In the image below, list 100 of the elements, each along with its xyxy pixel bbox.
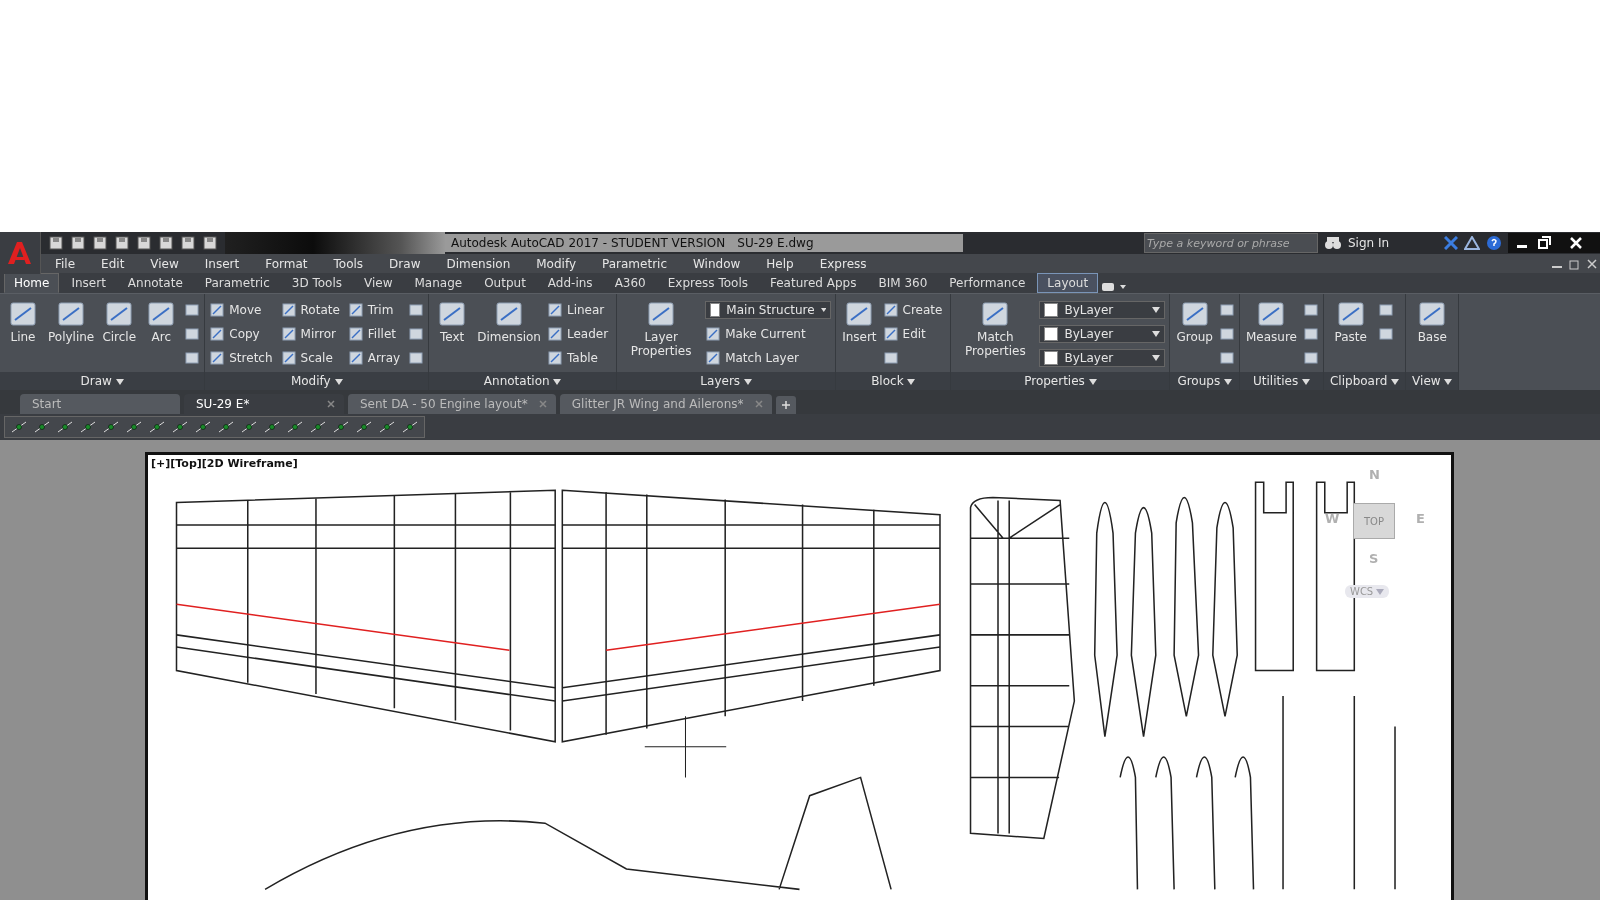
ribbon-button[interactable]: Rotate [280, 302, 344, 319]
ribbon-button[interactable]: Create [882, 302, 947, 319]
ribbon-tab[interactable]: BIM 360 [868, 273, 938, 294]
ribbon-icon-button[interactable] [1302, 326, 1319, 343]
quick-access-icon[interactable] [179, 235, 197, 251]
ribbon-button[interactable]: Mirror [280, 326, 344, 343]
binoculars-icon[interactable] [1324, 235, 1342, 251]
ribbon-button[interactable]: Text [433, 298, 472, 347]
menu-item[interactable]: Window [680, 256, 754, 271]
triangle-icon[interactable] [1464, 236, 1480, 250]
dropdown[interactable]: ByLayer [1039, 301, 1166, 320]
menu-item[interactable]: Insert [191, 256, 253, 271]
window-controls-icon[interactable] [1550, 256, 1600, 271]
ribbon-icon-button[interactable] [1218, 350, 1235, 367]
menu-item[interactable]: Edit [88, 256, 138, 271]
new-tab-button[interactable] [775, 395, 796, 414]
file-tab[interactable]: Glitter JR Wing and Ailerons* [559, 393, 772, 414]
ribbon-button[interactable]: Circle [100, 298, 139, 347]
ribbon-tab[interactable]: Featured Apps [760, 273, 867, 294]
ribbon-tab[interactable]: A360 [604, 273, 656, 294]
ribbon-button[interactable]: Make Current [705, 326, 832, 343]
ribbon-tab[interactable]: View [354, 273, 403, 294]
ribbon-button[interactable]: Array [347, 350, 405, 367]
ribbon-button[interactable]: Fillet [347, 326, 405, 343]
ribbon-icon-button[interactable] [408, 302, 425, 319]
ribbon-button[interactable]: Leader [546, 326, 613, 343]
menu-item[interactable]: View [137, 256, 192, 271]
ribbon-icon-button[interactable] [184, 350, 201, 367]
panel-title[interactable]: Layers [617, 371, 836, 390]
ribbon-button[interactable]: Insert [840, 298, 879, 347]
dropdown[interactable]: ByLayer [1039, 325, 1166, 344]
ribbon-button[interactable]: Dimension [475, 298, 543, 347]
ribbon-icon-button[interactable] [1302, 302, 1319, 319]
ribbon-button[interactable]: Match Properties [955, 298, 1036, 361]
quick-access-icon[interactable] [91, 235, 109, 251]
ribbon-button[interactable]: Arc [142, 298, 181, 347]
quick-access-icon[interactable] [47, 235, 65, 251]
ribbon-icon-button[interactable] [184, 326, 201, 343]
viewport-label[interactable]: [+][Top][2D Wireframe] [148, 455, 301, 473]
dropdown[interactable]: ByLayer [1039, 349, 1166, 368]
ribbon-tab[interactable]: Express Tools [657, 273, 758, 294]
ribbon-button[interactable]: Edit [882, 326, 947, 343]
ribbon-tab[interactable]: Parametric [194, 273, 280, 294]
help-icon[interactable] [1486, 235, 1502, 251]
ribbon-tab[interactable]: Insert [61, 273, 116, 294]
menu-item[interactable]: Draw [376, 256, 434, 271]
search-field[interactable]: Type a keyword or phrase [1144, 233, 1318, 253]
quick-access-icon[interactable] [201, 235, 219, 251]
ribbon-button[interactable]: Scale [280, 350, 344, 367]
ribbon-button[interactable]: Trim [347, 302, 405, 319]
ribbon-button[interactable]: Group [1174, 298, 1215, 347]
quick-access-icon[interactable] [135, 235, 153, 251]
panel-title[interactable]: View [1406, 371, 1459, 390]
menu-item[interactable]: Express [806, 256, 880, 271]
panel-title[interactable]: Groups [1170, 371, 1239, 390]
ribbon-button[interactable]: Copy [209, 326, 277, 343]
ribbon-tab[interactable]: 3D Tools [281, 273, 352, 294]
menu-item[interactable]: Help [753, 256, 807, 271]
ribbon-tab[interactable]: Performance [939, 273, 1036, 294]
dropdown[interactable]: Main Structure [705, 301, 832, 320]
ribbon-button[interactable]: Measure [1243, 298, 1299, 347]
ribbon-button[interactable]: Move [209, 302, 277, 319]
ribbon-tab[interactable]: Output [474, 273, 536, 294]
menu-item[interactable]: Tools [320, 256, 377, 271]
file-tab[interactable]: SU-29 E* [184, 393, 344, 414]
x-logo-icon[interactable] [1444, 236, 1458, 250]
ribbon-button[interactable]: Linear [546, 302, 613, 319]
menu-item[interactable]: Modify [523, 256, 589, 271]
ribbon-button[interactable]: Base [1410, 298, 1455, 347]
quick-access-icon[interactable] [157, 235, 175, 251]
ribbon-button[interactable]: Match Layer [705, 350, 832, 367]
sign-in-link[interactable]: Sign In [1348, 236, 1438, 250]
ribbon-icon-button[interactable] [408, 350, 425, 367]
quick-access-icon[interactable] [113, 235, 131, 251]
menu-item[interactable]: Dimension [433, 256, 524, 271]
ribbon-button[interactable]: Polyline [46, 298, 97, 347]
ribbon-icon-button[interactable] [1218, 326, 1235, 343]
ribbon-button[interactable]: Paste [1327, 298, 1374, 347]
menu-item[interactable]: Format [252, 256, 321, 271]
ribbon-button[interactable]: Stretch [209, 350, 277, 367]
ribbon-icon-button[interactable] [1302, 350, 1319, 367]
ribbon-tab[interactable]: Manage [404, 273, 473, 294]
panel-title[interactable]: Utilities [1239, 371, 1323, 390]
panel-title[interactable]: Clipboard [1323, 371, 1406, 390]
panel-title[interactable]: Draw [0, 371, 205, 390]
panel-title[interactable]: Modify [205, 371, 429, 390]
panel-title[interactable]: Annotation [429, 371, 617, 390]
menu-item[interactable]: Parametric [589, 256, 680, 271]
panel-title[interactable]: Properties [951, 371, 1170, 390]
ribbon-button[interactable]: Line [4, 298, 42, 347]
ribbon-icon-button[interactable] [408, 326, 425, 343]
ribbon-tab[interactable]: Add-ins [537, 273, 603, 294]
ribbon-button[interactable]: Table [546, 350, 613, 367]
panel-title[interactable]: Block [836, 371, 951, 390]
menu-item[interactable]: File [42, 256, 89, 271]
ribbon-icon-button[interactable] [184, 302, 201, 319]
ribbon-icon-button[interactable] [1218, 302, 1235, 319]
ribbon-tab[interactable]: Layout [1037, 273, 1099, 294]
file-tab[interactable]: Sent DA - 50 Engine layout* [348, 393, 556, 414]
ribbon-tab[interactable]: Annotate [117, 273, 193, 294]
